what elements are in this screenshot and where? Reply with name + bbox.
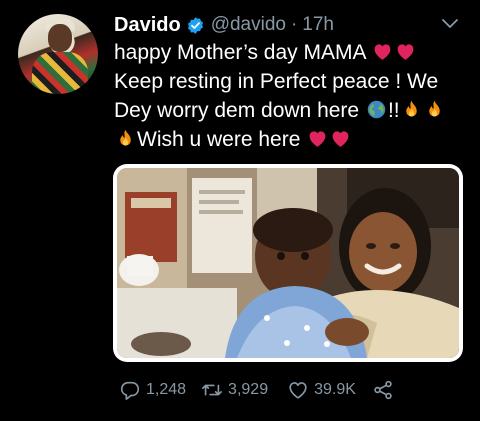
verified-badge-icon — [187, 16, 203, 34]
tweet-text-line-1: happy Mother’s day MAMA — [114, 38, 464, 67]
separator-dot: · — [290, 14, 298, 35]
author-handle[interactable]: @davido — [211, 14, 286, 36]
tweet-media[interactable] — [113, 164, 463, 362]
tweet-text-segment: happy Mother’s day MAMA — [114, 41, 366, 64]
retweet-icon — [202, 384, 223, 396]
avatar-face — [48, 24, 72, 52]
like-count: 39.9K — [314, 381, 356, 398]
chevron-down-icon[interactable] — [441, 17, 459, 31]
fire-emoji-icon — [405, 100, 417, 117]
tweet-timestamp[interactable]: 17h — [302, 14, 334, 36]
tweet[interactable]: Davido @davido · 17h happy Mother’s day … — [0, 0, 480, 421]
tweet-photo[interactable] — [117, 168, 459, 358]
tweet-text: happy Mother’s day MAMA Keep resting in … — [114, 38, 464, 154]
retweet-button[interactable]: 3,929 — [201, 379, 268, 401]
retweet-count: 3,929 — [228, 381, 269, 398]
tweet-text-segment: !! — [387, 99, 400, 122]
red-heart-emoji-icon — [374, 44, 391, 60]
globe-emoji-icon — [367, 100, 386, 119]
red-heart-emoji-icon — [397, 44, 414, 60]
red-heart-emoji-icon — [309, 131, 326, 147]
reply-icon — [120, 381, 140, 400]
share-icon — [374, 380, 392, 400]
like-button[interactable]: 39.9K — [287, 379, 356, 401]
tweet-text-segment: Wish u were here — [137, 128, 301, 151]
author-name[interactable]: Davido — [114, 14, 181, 37]
tweet-text-line-4: Wish u were here — [114, 125, 464, 154]
reply-count: 1,248 — [146, 381, 187, 398]
avatar[interactable] — [18, 14, 98, 94]
tweet-actions: 1,248 3,929 39.9K — [119, 378, 394, 402]
avatar-outfit — [32, 52, 88, 94]
tweet-text-line-3: Dey worry dem down here !! — [114, 96, 464, 125]
reply-button[interactable]: 1,248 — [119, 379, 186, 401]
heart-icon — [289, 382, 307, 399]
tweet-text-line-2: Keep resting in Perfect peace ! We — [114, 67, 464, 96]
photo-mother-and-child — [117, 168, 459, 358]
tweet-header: Davido @davido · 17h — [114, 12, 334, 38]
tweet-text-segment: Keep resting in Perfect peace ! We — [114, 70, 439, 93]
red-heart-emoji-icon — [332, 131, 349, 147]
share-button[interactable] — [372, 379, 394, 401]
fire-emoji-icon — [120, 129, 131, 146]
tweet-text-segment: Dey worry dem down here — [114, 99, 360, 122]
fire-emoji-icon — [428, 100, 440, 117]
